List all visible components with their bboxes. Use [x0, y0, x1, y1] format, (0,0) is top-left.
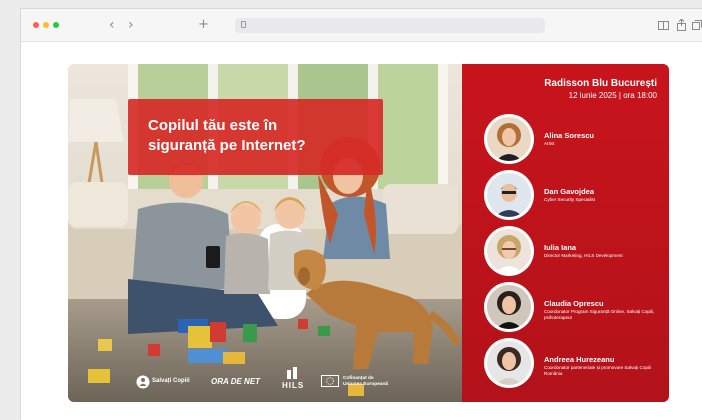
- speaker-card: Claudia Oprescu Coordonator Program Sigu…: [484, 282, 669, 334]
- headline-box: Copilul tău este în siguranță pe Interne…: [128, 99, 383, 175]
- eu-logo-line2: Uniunea Europeană: [343, 382, 389, 387]
- avatar: [484, 338, 534, 388]
- event-info: Radisson Blu București 12 iunie 2025 | o…: [544, 78, 657, 101]
- event-date: 12 iunie 2025 | ora 18:00: [568, 91, 657, 100]
- speaker-card: Alina Sorescu Artist: [484, 114, 669, 166]
- speaker-card: Andreea Hurezeanu Coordonator parteneria…: [484, 338, 669, 390]
- speaker-role: Director Marketing, HILS Development: [544, 253, 623, 258]
- back-icon[interactable]: ‹: [109, 17, 115, 33]
- ora-de-net-logo: ORA DE NET: [211, 377, 261, 386]
- avatar: [484, 282, 534, 332]
- avatar: [484, 170, 534, 220]
- share-icon[interactable]: [677, 19, 686, 31]
- eu-flag-icon: [321, 375, 339, 387]
- hils-logo-icon: [287, 367, 297, 379]
- event-banner: Copilul tău este în siguranță pe Interne…: [68, 64, 669, 402]
- minimize-window-button[interactable]: [43, 22, 49, 28]
- close-window-button[interactable]: [33, 22, 39, 28]
- speaker-card: Dan Gavojdea Cyber Security Specialist: [484, 170, 669, 222]
- headline-text: Copilul tău este în siguranță pe Interne…: [148, 117, 306, 154]
- lock-icon: [241, 21, 246, 28]
- address-bar[interactable]: [235, 18, 545, 33]
- hils-logo: HILS: [282, 381, 305, 390]
- new-tab-icon[interactable]: +: [198, 17, 209, 33]
- eu-logo-line1: Cofinanțat de: [343, 376, 374, 381]
- salvati-copiii-logo: Salvați Copiii: [152, 378, 190, 384]
- forward-icon[interactable]: ›: [128, 17, 134, 33]
- speaker-name: Andreea Hurezeanu: [544, 355, 615, 364]
- browser-window: ‹ › + Copilul tău este în siguranță pe I…: [20, 8, 702, 420]
- speaker-name: Iulia Iana: [544, 243, 577, 252]
- speaker-role: Cyber Security Specialist: [544, 197, 596, 202]
- avatar: [484, 226, 534, 276]
- speaker-role: Coordonator Program Siguranță Online, Sa…: [544, 309, 655, 320]
- page-content: Copilul tău este în siguranță pe Interne…: [21, 43, 702, 420]
- salvati-copiii-logo-icon: [136, 375, 150, 389]
- speaker-name: Claudia Oprescu: [544, 299, 604, 308]
- speaker-role: Coordonator parteneriate și promovare Sa…: [544, 365, 651, 376]
- partner-logos: Salvați Copiii ORA DE NET HILS Cofinanța…: [68, 362, 462, 402]
- zoom-window-button[interactable]: [53, 22, 59, 28]
- speaker-name: Dan Gavojdea: [544, 187, 595, 196]
- avatar: [484, 114, 534, 164]
- browser-toolbar: ‹ › +: [21, 9, 702, 42]
- reader-icon[interactable]: [658, 21, 669, 30]
- speaker-name: Alina Sorescu: [544, 131, 595, 140]
- speaker-card: Iulia Iana Director Marketing, HILS Deve…: [484, 226, 669, 278]
- venue-name: Radisson Blu București: [544, 78, 657, 89]
- speaker-role: Artist: [544, 141, 555, 146]
- speaker-panel: Radisson Blu București 12 iunie 2025 | o…: [462, 64, 669, 402]
- tabs-icon[interactable]: [692, 20, 702, 30]
